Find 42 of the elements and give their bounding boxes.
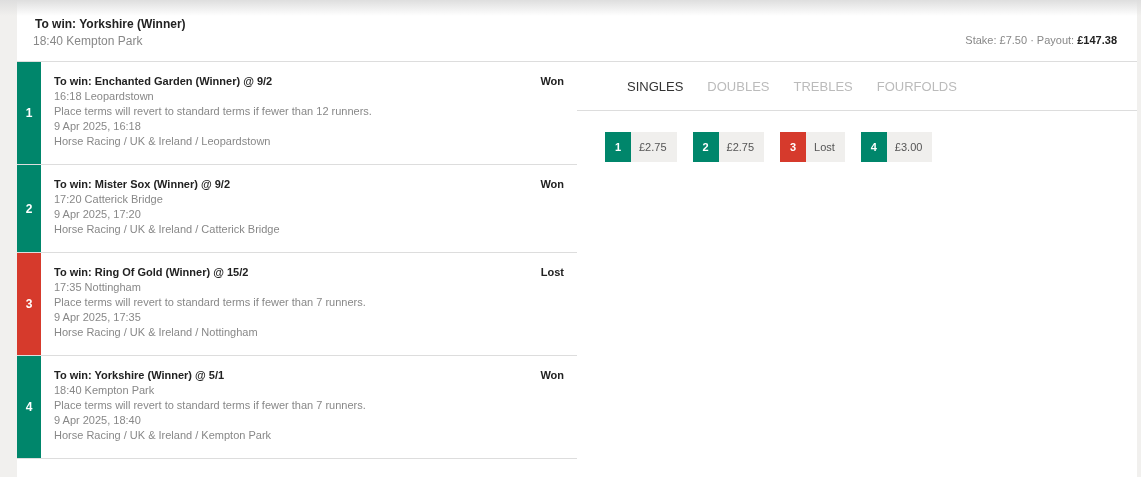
selection-number: 3 <box>17 253 41 355</box>
single-return: Lost <box>806 132 845 162</box>
selection-detail: 9 Apr 2025, 17:20 <box>54 207 142 222</box>
selection-detail: 18:40 Kempton Park <box>54 383 156 398</box>
selection-number: 2 <box>17 165 41 252</box>
single-return: £2.75 <box>718 132 765 162</box>
selection-detail: Place terms will revert to standard terms if fewer than 12 runners. <box>54 104 373 119</box>
bet-type-tab[interactable]: SINGLES <box>627 76 684 96</box>
single-return: £2.75 <box>631 132 677 162</box>
bet-type-tab[interactable]: TREBLES <box>793 76 853 96</box>
single-number: 2 <box>692 132 719 162</box>
selection-number: 1 <box>17 62 41 164</box>
selection-detail: Place terms will revert to standard terms if fewer than 7 runners. <box>54 295 367 310</box>
bet-type-tab[interactable]: FOURFOLDS <box>876 76 957 96</box>
selection-detail: 17:20 Catterick Bridge <box>54 192 164 207</box>
selection-detail: 9 Apr 2025, 17:35 <box>54 310 142 325</box>
bet-event: 18:40 Kempton Park <box>33 34 144 48</box>
selection-result: Lost <box>540 265 564 280</box>
bet-title: To win: Yorkshire (Winner) <box>34 17 186 31</box>
single-number: 4 <box>860 132 887 162</box>
selection-title: To win: Yorkshire (Winner) @ 5/1 <box>54 368 225 383</box>
selection-detail: Horse Racing / UK & Ireland / Kempton Park <box>54 428 273 443</box>
bet-type-tab[interactable]: DOUBLES <box>707 76 770 96</box>
stake-payout: Stake: £7.50 · Payout: £147.38 <box>965 34 1117 46</box>
selection-detail: Horse Racing / UK & Ireland / Leopardstown <box>54 134 272 149</box>
selection-number: 4 <box>17 356 41 458</box>
selection-detail: Horse Racing / UK & Ireland / Catterick Bridge <box>54 222 281 237</box>
selection-detail: 17:35 Nottingham <box>54 280 142 295</box>
single-number: 1 <box>605 132 631 162</box>
selection-title: To win: Mister Sox (Winner) @ 9/2 <box>54 177 231 192</box>
selection-result: Won <box>540 368 564 383</box>
selection-result: Won <box>540 177 564 192</box>
selection-title: To win: Ring Of Gold (Winner) @ 15/2 <box>54 265 249 280</box>
selection-result: Won <box>540 74 564 89</box>
selection-detail: Horse Racing / UK & Ireland / Nottingham <box>54 325 259 340</box>
selection-detail: 9 Apr 2025, 16:18 <box>54 119 142 134</box>
selection-detail: Place terms will revert to standard terms if fewer than 7 runners. <box>54 398 367 413</box>
selection-detail: 9 Apr 2025, 18:40 <box>54 413 142 428</box>
single-return: £3.00 <box>886 132 933 162</box>
selection-detail: 16:18 Leopardstown <box>54 89 155 104</box>
selection-title: To win: Enchanted Garden (Winner) @ 9/2 <box>54 74 273 89</box>
single-number: 3 <box>780 132 807 162</box>
